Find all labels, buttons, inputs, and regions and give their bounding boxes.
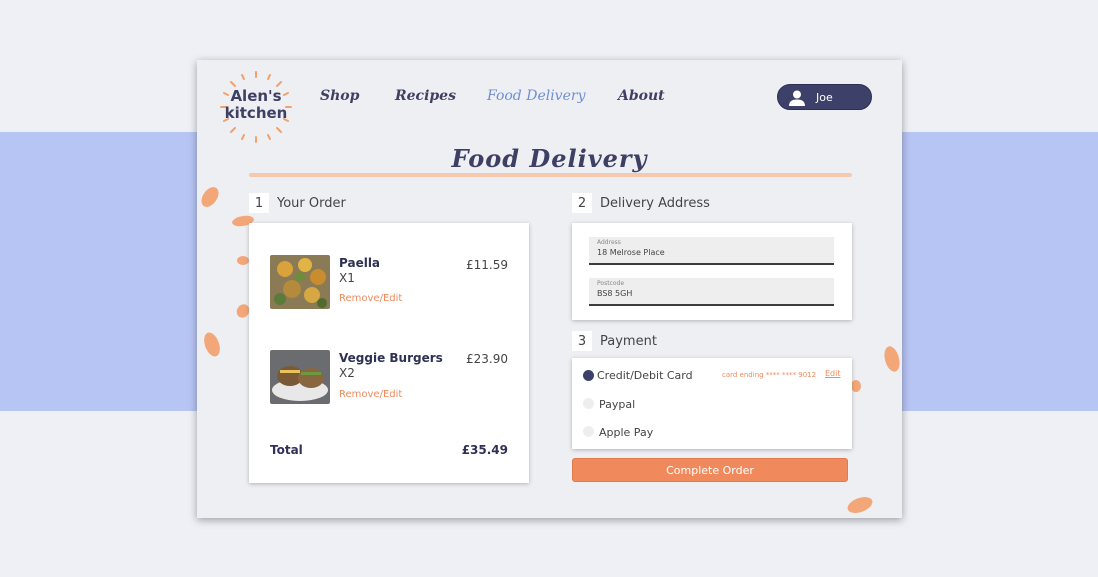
item-name: Paella (339, 256, 381, 270)
step-number: 3 (572, 331, 592, 351)
total-value: £35.49 (461, 443, 508, 457)
radio-credit-card[interactable] (583, 370, 594, 381)
radio-apple-pay[interactable] (583, 426, 594, 437)
address-field[interactable]: Address 18 Melrose Place (589, 237, 834, 265)
item-price: £11.59 (466, 258, 508, 272)
nav-shop[interactable]: Shop (320, 88, 359, 104)
nav-recipes[interactable]: Recipes (395, 88, 456, 104)
address-value: 18 Melrose Place (597, 248, 665, 257)
item-quantity: X2 (339, 366, 355, 380)
logo[interactable]: Alen's kitchen (219, 70, 293, 144)
payment-card: Credit/Debit Card card ending **** **** … (572, 358, 852, 449)
payment-section-heading: 3 Payment (572, 331, 657, 351)
radio-paypal[interactable] (583, 398, 594, 409)
nav-food-delivery[interactable]: Food Delivery (487, 88, 585, 104)
app-window: Alen's kitchen Shop Recipes Food Deliver… (197, 60, 902, 518)
remove-edit-link[interactable]: Remove/Edit (339, 389, 402, 400)
item-quantity: X1 (339, 271, 355, 285)
card-ending-text: card ending **** **** 9012 (722, 371, 817, 379)
delivery-section-heading: 2 Delivery Address (572, 193, 710, 213)
decor-petal (237, 256, 249, 265)
decor-petal (845, 493, 875, 517)
total-label: Total (270, 443, 303, 457)
order-heading: Your Order (277, 195, 346, 211)
user-icon (789, 90, 805, 106)
title-underline (249, 173, 852, 177)
paella-thumbnail (270, 255, 330, 309)
item-price: £23.90 (466, 352, 508, 366)
postcode-label: Postcode (597, 280, 625, 287)
address-label: Address (597, 239, 621, 246)
delivery-heading: Delivery Address (600, 195, 710, 211)
user-menu-button[interactable]: Joe (777, 84, 872, 110)
card-edit-link[interactable]: Edit (825, 369, 841, 378)
decor-petal (881, 344, 902, 374)
nav-about[interactable]: About (618, 88, 665, 104)
order-section-heading: 1 Your Order (249, 193, 346, 213)
user-name: Joe (816, 91, 833, 104)
postcode-field[interactable]: Postcode BS8 5GH (589, 278, 834, 306)
complete-order-button[interactable]: Complete Order (572, 458, 848, 482)
decor-petal (201, 330, 223, 359)
logo-text: Alen's kitchen (224, 87, 288, 122)
veggie-burgers-thumbnail (270, 350, 330, 404)
delivery-card: Address 18 Melrose Place Postcode BS8 5G… (572, 223, 852, 320)
order-card: Paella X1 Remove/Edit £11.59 Veggie Burg… (249, 223, 529, 483)
item-name: Veggie Burgers (339, 351, 443, 365)
page-title: Food Delivery (451, 144, 648, 173)
payment-option-paypal[interactable]: Paypal (599, 398, 635, 411)
payment-option-apple-pay[interactable]: Apple Pay (599, 426, 653, 439)
decor-petal (851, 380, 861, 392)
payment-heading: Payment (600, 333, 657, 349)
decor-petal (197, 183, 223, 211)
payment-option-credit-card[interactable]: Credit/Debit Card (597, 369, 693, 382)
postcode-value: BS8 5GH (597, 289, 633, 298)
step-number: 2 (572, 193, 592, 213)
remove-edit-link[interactable]: Remove/Edit (339, 293, 402, 304)
step-number: 1 (249, 193, 269, 213)
